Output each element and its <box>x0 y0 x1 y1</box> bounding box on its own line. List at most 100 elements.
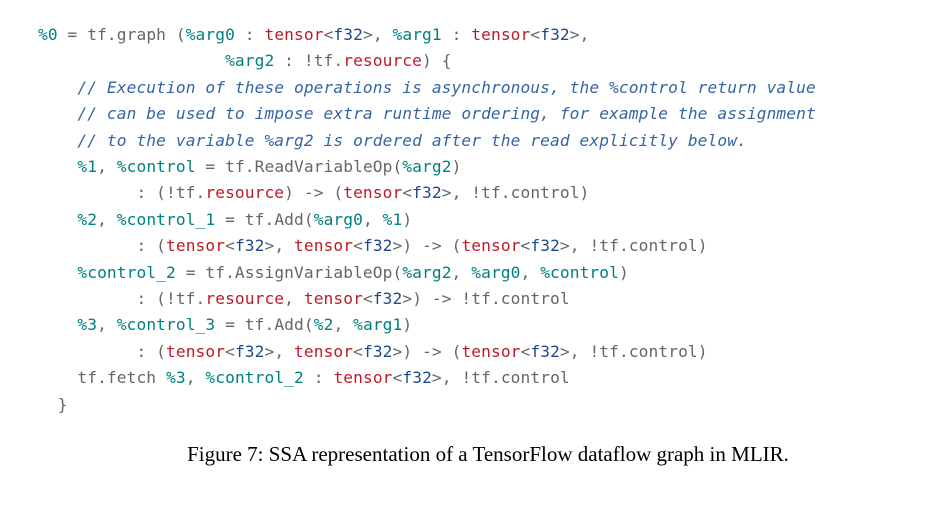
token: , <box>186 368 206 387</box>
token: < <box>363 289 373 308</box>
token: < <box>521 342 531 361</box>
comment: // can be used to impose extra runtime o… <box>77 104 815 123</box>
code-line: // Execution of these operations is asyn… <box>38 78 816 97</box>
token: %arg1 <box>393 25 442 44</box>
token: >, <box>264 342 294 361</box>
token: ) <box>402 315 412 334</box>
comment: // Execution of these operations is asyn… <box>77 78 815 97</box>
token: : <box>442 25 472 44</box>
token: %control_2 <box>205 368 303 387</box>
token: %0 <box>38 25 58 44</box>
token: >, <box>264 236 294 255</box>
token: f32 <box>333 25 363 44</box>
token: %1 <box>383 210 403 229</box>
token: , <box>363 210 383 229</box>
code-line: : (tensor<f32>, tensor<f32>) -> (tensor<… <box>38 342 708 361</box>
code-line: %3, %control_3 = tf.Add(%2, %arg1) <box>38 315 412 334</box>
token: = tf.graph ( <box>58 25 186 44</box>
token: : <box>235 25 265 44</box>
code-line: tf.fetch %3, %control_2 : tensor<f32>, !… <box>38 368 570 387</box>
token: tensor <box>294 342 353 361</box>
token: >, !tf.control) <box>560 236 708 255</box>
token: : (!tf. <box>38 183 205 202</box>
token: >) -> !tf.control <box>402 289 569 308</box>
token <box>38 104 77 123</box>
token: %arg2 <box>225 51 274 70</box>
token <box>38 51 225 70</box>
token: %control_3 <box>117 315 215 334</box>
token: tensor <box>304 289 363 308</box>
token: tensor <box>166 342 225 361</box>
token: , <box>97 210 117 229</box>
token: : <box>304 368 334 387</box>
token: tf.fetch <box>77 368 166 387</box>
token: < <box>353 342 363 361</box>
token: f32 <box>235 342 265 361</box>
token: } <box>38 395 68 414</box>
token: %1 <box>77 157 97 176</box>
token: : !tf. <box>274 51 343 70</box>
token: tensor <box>166 236 225 255</box>
token: f32 <box>530 342 560 361</box>
token: >, <box>363 25 393 44</box>
code-line: } <box>38 395 68 414</box>
token: = tf.Add( <box>215 210 313 229</box>
token: ) -> ( <box>284 183 343 202</box>
code-line: : (!tf.resource, tensor<f32>) -> !tf.con… <box>38 289 570 308</box>
token: < <box>225 342 235 361</box>
token: : ( <box>38 342 166 361</box>
token: %arg0 <box>314 210 363 229</box>
token <box>38 157 77 176</box>
token: , <box>452 263 472 282</box>
token: , <box>520 263 540 282</box>
token: %control_1 <box>117 210 215 229</box>
token: f32 <box>402 368 432 387</box>
token: < <box>393 368 403 387</box>
token: tensor <box>461 236 520 255</box>
token: tensor <box>343 183 402 202</box>
token: %arg1 <box>353 315 402 334</box>
token <box>38 131 77 150</box>
token: resource <box>205 289 284 308</box>
token: resource <box>343 51 422 70</box>
token: >, <box>570 25 590 44</box>
token: f32 <box>540 25 570 44</box>
figure-caption: Figure 7: SSA representation of a Tensor… <box>38 442 938 467</box>
token <box>38 78 77 97</box>
token: %arg2 <box>402 157 451 176</box>
code-line: %0 = tf.graph (%arg0 : tensor<f32>, %arg… <box>38 25 589 44</box>
token: < <box>353 236 363 255</box>
code-line: // to the variable %arg2 is ordered afte… <box>38 131 747 150</box>
token: tensor <box>461 342 520 361</box>
token: f32 <box>530 236 560 255</box>
code-line: %control_2 = tf.AssignVariableOp(%arg2, … <box>38 263 629 282</box>
token: %arg0 <box>186 25 235 44</box>
token: f32 <box>363 342 393 361</box>
token: >, !tf.control <box>432 368 570 387</box>
token: , <box>333 315 353 334</box>
token: %2 <box>77 210 97 229</box>
token: ) <box>619 263 629 282</box>
code-line: // can be used to impose extra runtime o… <box>38 104 816 123</box>
token <box>38 368 77 387</box>
token: , <box>97 157 117 176</box>
token: ) { <box>422 51 452 70</box>
comment: // to the variable %arg2 is ordered afte… <box>77 131 747 150</box>
token: %arg0 <box>471 263 520 282</box>
token: = tf.AssignVariableOp( <box>176 263 402 282</box>
token: tensor <box>264 25 323 44</box>
token: tensor <box>471 25 530 44</box>
token: ) <box>402 210 412 229</box>
token: %2 <box>314 315 334 334</box>
token: , <box>97 315 117 334</box>
token: : (!tf. <box>38 289 205 308</box>
token: f32 <box>363 236 393 255</box>
token: , <box>284 289 304 308</box>
token: resource <box>205 183 284 202</box>
code-line: : (tensor<f32>, tensor<f32>) -> (tensor<… <box>38 236 708 255</box>
token: tensor <box>333 368 392 387</box>
code-line: %2, %control_1 = tf.Add(%arg0, %1) <box>38 210 412 229</box>
code-line: %arg2 : !tf.resource) { <box>38 51 452 70</box>
code-line: %1, %control = tf.ReadVariableOp(%arg2) <box>38 157 461 176</box>
token <box>38 315 77 334</box>
